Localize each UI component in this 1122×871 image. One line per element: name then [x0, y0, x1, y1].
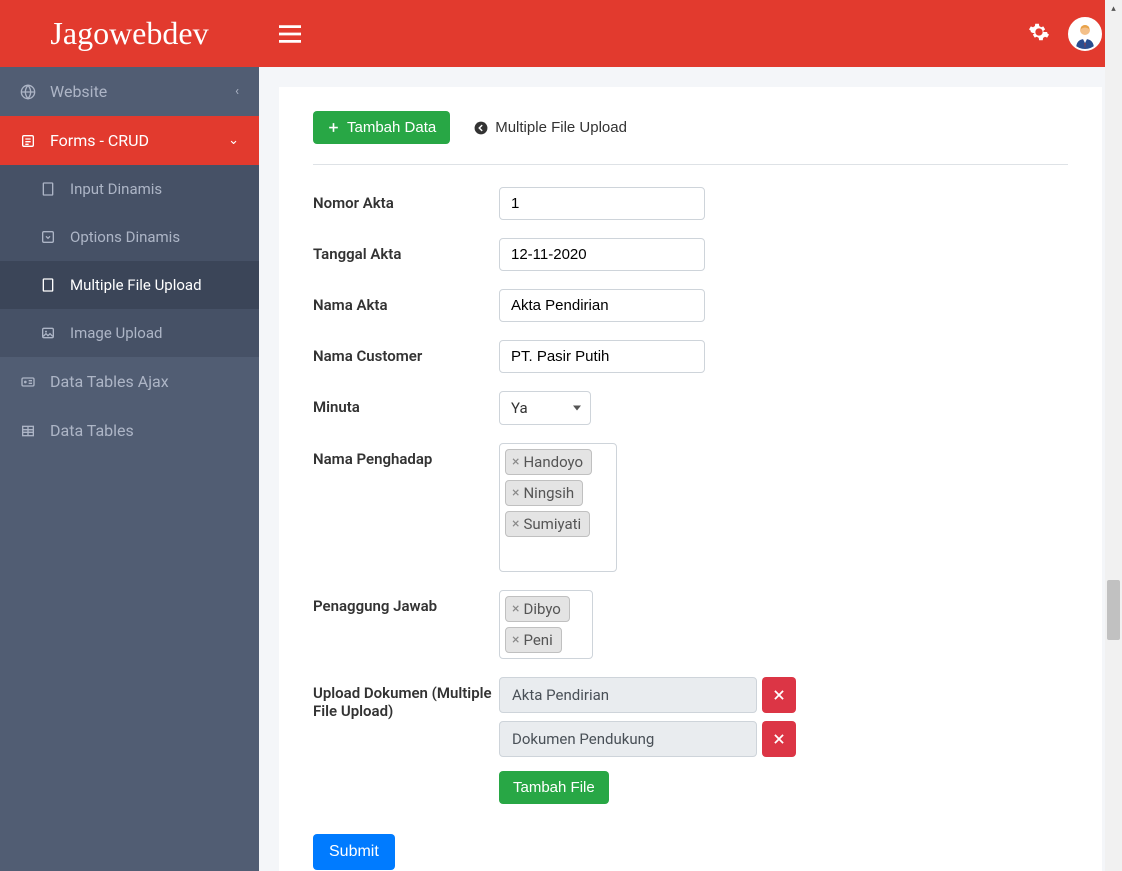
- submit-button[interactable]: Submit: [313, 834, 395, 870]
- gear-icon: [1028, 21, 1050, 43]
- select-minuta[interactable]: Ya: [499, 391, 591, 425]
- sidebar-item-label: Data Tables: [50, 421, 134, 440]
- input-nomor-akta[interactable]: [499, 187, 705, 220]
- image-icon: [40, 325, 56, 341]
- sidebar-item-website[interactable]: Website ‹: [0, 67, 259, 116]
- plus-icon: [327, 121, 340, 134]
- label-nama-customer: Nama Customer: [313, 340, 499, 373]
- brand-logo: Jagowebdev: [0, 0, 259, 67]
- sidebar-item-label: Forms - CRUD: [50, 131, 149, 150]
- input-nama-akta[interactable]: [499, 289, 705, 322]
- add-data-button[interactable]: Tambah Data: [313, 111, 450, 144]
- sidebar-item-label: Image Upload: [70, 324, 162, 342]
- sidebar-item-multiple-file-upload[interactable]: Multiple File Upload: [0, 261, 259, 309]
- label-upload-dokumen: Upload Dokumen (Multiple File Upload): [313, 677, 499, 804]
- sidebar-item-label: Website: [50, 82, 107, 101]
- input-tanggal-akta[interactable]: [499, 238, 705, 271]
- tagbox-penghadap[interactable]: ×Handoyo ×Ningsih ×Sumiyati: [499, 443, 617, 572]
- tag-item: ×Dibyo: [505, 596, 570, 622]
- tag-remove-icon[interactable]: ×: [510, 516, 521, 532]
- multiple-file-upload-link[interactable]: Multiple File Upload: [460, 111, 641, 144]
- menu-toggle-button[interactable]: [279, 25, 301, 43]
- avatar-icon: [1071, 21, 1099, 49]
- scrollbar[interactable]: ▴: [1105, 0, 1122, 871]
- sidebar-item-data-tables-ajax[interactable]: Data Tables Ajax: [0, 357, 259, 406]
- file-icon: [40, 277, 56, 293]
- sidebar-item-input-dinamis[interactable]: Input Dinamis: [0, 165, 259, 213]
- table-icon: [20, 423, 36, 439]
- topbar: [259, 0, 1122, 67]
- button-label: Tambah Data: [347, 119, 436, 136]
- input-nama-customer[interactable]: [499, 340, 705, 373]
- sidebar: Jagowebdev Website ‹ Forms - CRUD ⌄ Inpu…: [0, 0, 259, 871]
- action-bar: Tambah Data Multiple File Upload: [313, 111, 1068, 165]
- scroll-arrow-up-icon[interactable]: ▴: [1105, 0, 1122, 17]
- sidebar-item-label: Data Tables Ajax: [50, 372, 169, 391]
- label-nama-akta: Nama Akta: [313, 289, 499, 322]
- sidebar-item-data-tables[interactable]: Data Tables: [0, 406, 259, 455]
- tag-remove-icon[interactable]: ×: [510, 485, 521, 501]
- label-nomor-akta: Nomor Akta: [313, 187, 499, 220]
- hamburger-icon: [279, 25, 301, 43]
- close-icon: [772, 732, 786, 746]
- label-penanggung-jawab: Penaggung Jawab: [313, 590, 499, 659]
- upload-file-name[interactable]: Akta Pendirian: [499, 677, 757, 713]
- sidebar-item-forms-crud[interactable]: Forms - CRUD ⌄: [0, 116, 259, 165]
- chevron-down-icon: ⌄: [228, 133, 239, 148]
- id-card-icon: [20, 374, 36, 390]
- sidebar-item-label: Options Dinamis: [70, 228, 180, 246]
- upload-file-name[interactable]: Dokumen Pendukung: [499, 721, 757, 757]
- close-icon: [772, 688, 786, 702]
- tag-remove-icon[interactable]: ×: [510, 632, 521, 648]
- tag-item: ×Ningsih: [505, 480, 583, 506]
- tag-item: ×Peni: [505, 627, 562, 653]
- tag-item: ×Handoyo: [505, 449, 592, 475]
- button-label: Multiple File Upload: [495, 119, 627, 136]
- sidebar-submenu: Input Dinamis Options Dinamis Multiple F…: [0, 165, 259, 357]
- label-minuta: Minuta: [313, 391, 499, 425]
- sidebar-item-image-upload[interactable]: Image Upload: [0, 309, 259, 357]
- main: Tambah Data Multiple File Upload Nomor A…: [259, 0, 1122, 871]
- globe-icon: [20, 84, 36, 100]
- user-avatar[interactable]: [1068, 17, 1102, 51]
- arrow-circle-left-icon: [474, 121, 488, 135]
- sidebar-item-label: Multiple File Upload: [70, 276, 202, 294]
- label-tanggal-akta: Tanggal Akta: [313, 238, 499, 271]
- label-nama-penghadap: Nama Penghadap: [313, 443, 499, 572]
- remove-file-button[interactable]: [762, 721, 796, 757]
- tag-item: ×Sumiyati: [505, 511, 590, 537]
- tag-remove-icon[interactable]: ×: [510, 601, 521, 617]
- chevron-left-icon: ‹: [235, 84, 239, 99]
- sidebar-item-label: Input Dinamis: [70, 180, 162, 198]
- scroll-thumb[interactable]: [1107, 580, 1120, 640]
- sidebar-item-options-dinamis[interactable]: Options Dinamis: [0, 213, 259, 261]
- caret-square-icon: [40, 229, 56, 245]
- tagbox-penanggung[interactable]: ×Dibyo ×Peni: [499, 590, 593, 659]
- add-file-button[interactable]: Tambah File: [499, 771, 609, 804]
- remove-file-button[interactable]: [762, 677, 796, 713]
- settings-button[interactable]: [1028, 21, 1050, 47]
- file-icon: [40, 181, 56, 197]
- form-icon: [20, 133, 36, 149]
- tag-remove-icon[interactable]: ×: [510, 454, 521, 470]
